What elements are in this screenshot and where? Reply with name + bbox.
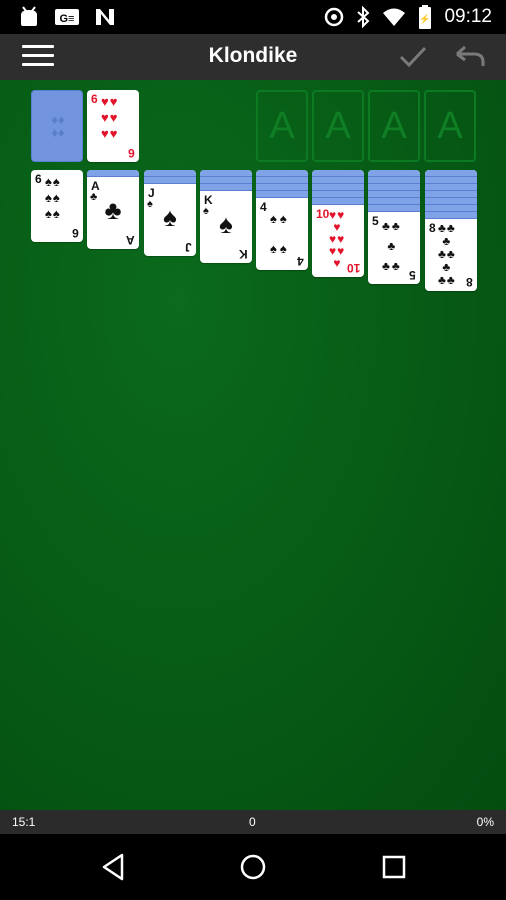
nav-bar xyxy=(0,834,506,900)
check-icon[interactable] xyxy=(398,44,428,70)
stock-pile[interactable]: ♦♦ ♦♦ xyxy=(31,90,83,162)
status-time: 09:12 xyxy=(444,6,492,27)
status-bar: G≡ ⚡ 09:12 xyxy=(0,0,506,34)
tableau-card[interactable]: K ♠ ♠ K xyxy=(200,170,252,263)
battery-icon: ⚡ xyxy=(419,5,432,29)
undo-icon[interactable] xyxy=(452,44,486,70)
screen: G≡ ⚡ 09:12 Klondike ♦♦ ♦♦ 6 ♥♥ ♥♥ ♥♥ 6 A… xyxy=(0,0,506,900)
sync-icon xyxy=(325,7,344,27)
svg-text:G≡: G≡ xyxy=(60,13,75,25)
back-icon[interactable] xyxy=(98,851,130,883)
foundation-slot[interactable]: A xyxy=(368,90,420,162)
tableau-card[interactable]: 8 ♣♣ ♣ ♣♣ ♣ ♣♣ 8 xyxy=(425,170,477,291)
g-icon: G≡ xyxy=(55,9,79,25)
svg-text:⚡: ⚡ xyxy=(420,13,431,25)
tableau-card[interactable]: A ♣ ♣ A xyxy=(87,170,139,249)
score-bar: 15:1 0 0% xyxy=(0,810,506,834)
progress-percent: 0% xyxy=(476,815,494,829)
tableau-card[interactable]: 4 ♠♠ ♠♠ 4 xyxy=(256,170,308,270)
tableau-card[interactable]: 5 ♣♣ ♣ ♣♣ 5 xyxy=(368,170,420,284)
tableau-card[interactable]: J ♠ ♠ J xyxy=(144,170,196,256)
n-icon xyxy=(96,9,114,25)
recents-icon[interactable] xyxy=(378,851,410,883)
foundation-slot[interactable]: A xyxy=(256,90,308,162)
bluetooth-icon xyxy=(357,6,370,28)
home-icon[interactable] xyxy=(237,851,269,883)
waste-card[interactable]: 6 ♥♥ ♥♥ ♥♥ 6 xyxy=(87,90,139,162)
app-bar: Klondike xyxy=(0,34,506,80)
wifi-icon xyxy=(383,8,406,26)
foundation-slot[interactable]: A xyxy=(312,90,364,162)
page-title: Klondike xyxy=(208,44,298,67)
tableau-card[interactable]: 6 ♠♠ ♠♠ ♠♠ 6 xyxy=(31,170,83,242)
foundation-slot[interactable]: A xyxy=(424,90,476,162)
elapsed-time: 15:1 xyxy=(12,815,36,829)
tableau-card[interactable]: 10 ♥♥ ♥ ♥♥ ♥♥ ♥ 10 xyxy=(312,170,364,277)
score-value: 0 xyxy=(249,815,256,829)
android-icon xyxy=(21,6,37,26)
